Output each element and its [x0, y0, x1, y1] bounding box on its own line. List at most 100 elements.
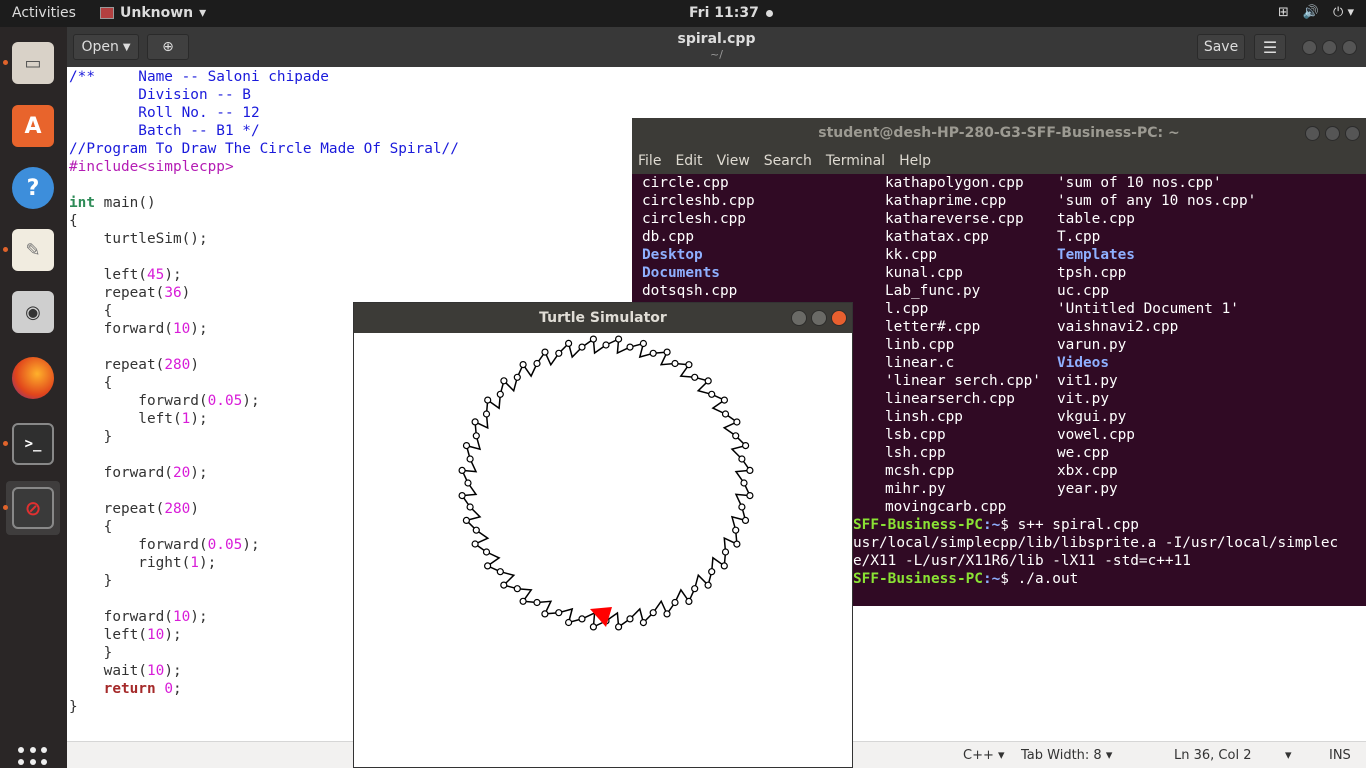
code-token: 0 — [164, 681, 173, 697]
dock-files[interactable]: ▭ — [3, 36, 60, 90]
spiral-loop — [602, 341, 610, 349]
spiral-loop — [720, 562, 728, 570]
software-center-icon: A — [12, 105, 54, 147]
position-dropdown-icon[interactable]: ▾ — [1285, 748, 1292, 763]
close-button[interactable] — [1342, 40, 1357, 55]
code-token: forward( — [69, 609, 173, 625]
spiral-loop — [458, 492, 466, 500]
terminal-minimize-button[interactable] — [1305, 126, 1320, 141]
spiral-loop — [685, 597, 693, 605]
code-token: Batch -- B1 */ — [69, 123, 260, 139]
code-line: /** Name -- Saloni chipade — [69, 68, 1359, 86]
terminal-close-button[interactable] — [1345, 126, 1360, 141]
spiral-loop — [471, 418, 479, 426]
spiral-loop — [663, 610, 671, 618]
command-output-2: e/X11 -L/usr/X11R6/lib -lX11 -std=c++11 — [853, 553, 1191, 569]
file-entry: circlesh.cpp — [642, 211, 746, 227]
document-title: spiral.cpp — [677, 31, 756, 47]
minimize-button[interactable] — [1302, 40, 1317, 55]
spiral-loop — [639, 619, 647, 627]
file-entry: db.cpp — [642, 229, 694, 245]
code-token: repeat( — [69, 285, 165, 301]
code-token: } — [69, 645, 113, 661]
terminal-menu-edit[interactable]: Edit — [675, 153, 702, 169]
file-entry: vkgui.py — [1057, 409, 1127, 425]
dock-firefox[interactable] — [6, 351, 60, 405]
spiral-loop — [732, 526, 740, 534]
turtle-close-button[interactable] — [831, 310, 847, 326]
maximize-button[interactable] — [1322, 40, 1337, 55]
terminal-maximize-button[interactable] — [1325, 126, 1340, 141]
code-token: left( — [69, 627, 147, 643]
cursor-position-label: Ln 36, Col 2 — [1174, 748, 1252, 763]
spiral-loop — [541, 348, 549, 356]
dock-screenshot[interactable]: ◉ — [6, 285, 60, 339]
code-token: 0.05 — [207, 537, 243, 553]
listing-column-2: kathapolygon.cpp kathaprime.cpp katharever… — [885, 174, 1041, 516]
code-token: 10 — [146, 627, 165, 643]
file-entry: vit1.py — [1057, 373, 1118, 389]
terminal-icon: >_ — [12, 423, 54, 465]
system-tray[interactable]: ⊞ 🔊 ⏻ ▾ — [1278, 5, 1354, 20]
spiral-loop — [708, 390, 716, 398]
dock-software[interactable]: A — [6, 99, 60, 153]
file-entry: movingcarb.cpp — [885, 499, 1007, 515]
turtle-maximize-button[interactable] — [811, 310, 827, 326]
screenshot-icon: ◉ — [12, 291, 54, 333]
code-token: 1 — [190, 555, 199, 571]
dock-help[interactable]: ? — [6, 161, 60, 215]
cursor-position[interactable]: Ln 36, Col 2 — [1174, 748, 1251, 763]
spiral-loop — [720, 396, 728, 404]
listing-column-3: 'sum of 10 nos.cpp' 'sum of any 10 nos.cp… — [1057, 174, 1256, 498]
top-bar: Activities Unknown ▾ Fri 11:37 ⊞ 🔊 ⏻ ▾ — [0, 0, 1366, 27]
file-entry: Videos — [1057, 355, 1109, 371]
file-entry: mcsh.cpp — [885, 463, 955, 479]
terminal-menu-terminal[interactable]: Terminal — [826, 153, 885, 169]
file-entry: Desktop — [642, 247, 703, 263]
code-token: ); — [190, 411, 208, 427]
turtle-canvas — [458, 335, 754, 631]
spiral-loop — [704, 581, 712, 589]
file-entry: uc.cpp — [1057, 283, 1109, 299]
tab-width-selector[interactable]: Tab Width: 8 ▾ — [1021, 748, 1112, 763]
hamburger-menu-button[interactable]: ☰ — [1254, 34, 1286, 60]
file-entry: kunal.cpp — [885, 265, 963, 281]
grid-icon[interactable] — [18, 747, 48, 768]
terminal-menu-search[interactable]: Search — [764, 153, 812, 169]
spiral-loop — [541, 610, 549, 618]
file-entry: kathapolygon.cpp — [885, 175, 1024, 191]
code-token: 20 — [172, 465, 191, 481]
code-token: ); — [242, 393, 260, 409]
listing-column-1: circle.cpp circleshb.cpp circlesh.cpp db.cp… — [642, 174, 755, 300]
command-output-1: usr/local/simplecpp/lib/libsprite.a -I/u… — [853, 535, 1339, 551]
terminal-menu-help[interactable]: Help — [899, 153, 931, 169]
terminal-menu-view[interactable]: View — [717, 153, 750, 169]
code-token: ); — [242, 537, 260, 553]
dock-unknown-app[interactable]: ⊘ — [3, 481, 60, 535]
activities-button[interactable]: Activities — [12, 5, 76, 21]
code-token: ); — [164, 663, 182, 679]
file-entry: kathatax.cpp — [885, 229, 989, 245]
file-entry: vowel.cpp — [1057, 427, 1135, 443]
app-menu[interactable]: Unknown ▾ — [100, 5, 206, 21]
code-token: ); — [164, 267, 182, 283]
file-entry: varun.py — [1057, 337, 1127, 353]
turtle-minimize-button[interactable] — [791, 310, 807, 326]
file-entry: kk.cpp — [885, 247, 937, 263]
code-token: turtleSim(); — [69, 231, 208, 247]
code-token: /** Name -- Saloni chipade — [69, 69, 329, 85]
clock[interactable]: Fri 11:37 — [689, 5, 773, 21]
code-token: { — [69, 213, 78, 229]
dock-terminal[interactable]: >_ — [3, 417, 60, 471]
file-entry: Documents — [642, 265, 720, 281]
code-token: left( — [69, 267, 147, 283]
power-icon: ⏻ ▾ — [1333, 5, 1354, 20]
file-entry: linearserch.cpp — [885, 391, 1015, 407]
language-selector[interactable]: C++ ▾ — [963, 748, 1005, 763]
dock-text-editor[interactable]: ✎ — [3, 223, 60, 277]
save-button[interactable]: Save — [1197, 34, 1245, 60]
spiral-loop — [615, 335, 623, 343]
terminal-menu-file[interactable]: File — [638, 153, 661, 169]
spiral-loop — [721, 548, 730, 556]
